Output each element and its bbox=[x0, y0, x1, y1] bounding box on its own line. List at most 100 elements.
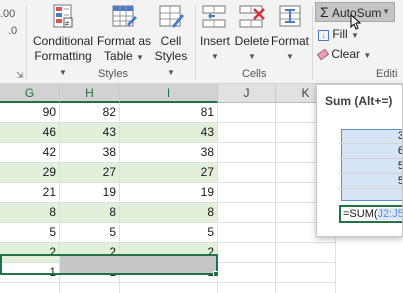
preview-cell: 6 bbox=[339, 144, 402, 159]
formula-range-ref: J2:J5 bbox=[377, 208, 403, 220]
cell-g[interactable]: 8 bbox=[0, 203, 60, 223]
delete-button[interactable]: Delete ▼ bbox=[234, 2, 270, 64]
conditional-formatting-label-1: Conditional bbox=[32, 34, 94, 48]
group-separator bbox=[312, 6, 313, 80]
cell-j[interactable] bbox=[218, 283, 276, 293]
preview-cell: 3 bbox=[339, 129, 402, 144]
selected-range[interactable] bbox=[0, 254, 218, 275]
chevron-down-icon: ▼ bbox=[211, 52, 219, 61]
format-as-table-label-2: Table bbox=[104, 49, 133, 63]
clear-label: Clear bbox=[331, 47, 361, 61]
fill-button[interactable]: ↓ Fill ▼ bbox=[318, 26, 359, 44]
preview-cell: 5 bbox=[339, 174, 402, 189]
fill-label: Fill bbox=[332, 27, 348, 41]
chevron-down-icon: ▼ bbox=[167, 68, 175, 77]
cell-j[interactable] bbox=[218, 263, 276, 283]
delete-cells-icon bbox=[237, 2, 267, 32]
cell-g[interactable]: 42 bbox=[0, 143, 60, 163]
chevron-down-icon: ▼ bbox=[363, 51, 372, 60]
cell-k[interactable] bbox=[276, 263, 336, 283]
conditional-formatting-button[interactable]: ≠ Conditional Formatting ▼ bbox=[30, 2, 96, 80]
chevron-down-icon: ▼ bbox=[136, 53, 144, 62]
cell-h[interactable]: 38 bbox=[60, 143, 120, 163]
cell-i[interactable] bbox=[120, 283, 218, 293]
cell-h[interactable]: 19 bbox=[60, 183, 120, 203]
cell-styles-label-1: Cell bbox=[160, 34, 182, 48]
sigma-icon: Σ bbox=[320, 4, 329, 20]
cells-group-label: Cells bbox=[242, 68, 267, 80]
cell-j[interactable] bbox=[218, 183, 276, 203]
format-as-table-button[interactable]: Format as Table ▼ bbox=[96, 2, 152, 65]
chevron-down-icon: ▼ bbox=[286, 52, 294, 61]
column-header-h[interactable]: H bbox=[60, 84, 120, 103]
conditional-formatting-label-2: Formatting bbox=[34, 49, 92, 63]
format-button[interactable]: Format ▼ bbox=[271, 2, 309, 64]
cell-i[interactable]: 5 bbox=[120, 223, 218, 243]
cell-i[interactable]: 19 bbox=[120, 183, 218, 203]
column-header-g[interactable]: G bbox=[0, 84, 60, 103]
chevron-down-icon: ▼ bbox=[248, 52, 256, 61]
cell-k[interactable] bbox=[276, 283, 336, 293]
insert-cells-icon bbox=[200, 2, 230, 32]
chevron-down-icon: ▼ bbox=[59, 68, 67, 77]
conditional-formatting-icon: ≠ bbox=[48, 2, 78, 32]
preview-formula: =SUM(J2:J5) bbox=[339, 205, 403, 223]
cell-g[interactable]: 90 bbox=[0, 103, 60, 123]
tooltip-preview: 3 6 5 5 =SUM(J2:J5) bbox=[339, 129, 403, 234]
insert-label: Insert bbox=[199, 34, 230, 48]
formula-prefix: =SUM( bbox=[343, 208, 378, 220]
cell-j[interactable] bbox=[218, 203, 276, 223]
cell-styles-button[interactable]: Cell Styles ▼ bbox=[150, 2, 192, 80]
cell-j[interactable] bbox=[218, 223, 276, 243]
number-format-fragment: .00 bbox=[0, 8, 16, 20]
format-as-table-icon bbox=[109, 2, 139, 32]
cell-h[interactable]: 5 bbox=[60, 223, 120, 243]
chevron-down-icon[interactable]: ▼ bbox=[382, 3, 390, 21]
delete-label: Delete bbox=[234, 34, 270, 48]
cell-i[interactable]: 43 bbox=[120, 123, 218, 143]
cell-k[interactable] bbox=[276, 243, 336, 263]
cell-j[interactable] bbox=[218, 103, 276, 123]
chevron-down-icon: ▼ bbox=[351, 31, 359, 40]
cell-h[interactable]: 82 bbox=[60, 103, 120, 123]
cell-i[interactable]: 81 bbox=[120, 103, 218, 123]
styles-group-label: Styles bbox=[98, 68, 128, 80]
eraser-icon bbox=[316, 48, 330, 61]
group-separator bbox=[26, 6, 27, 80]
cell-styles-label-2: Styles bbox=[154, 49, 188, 63]
format-label: Format bbox=[271, 34, 310, 48]
format-cells-icon bbox=[275, 2, 305, 32]
format-as-table-label-1: Format as bbox=[96, 34, 151, 48]
column-header-j[interactable]: J bbox=[218, 84, 276, 103]
number-dialog-launcher-icon[interactable]: ⇲ bbox=[16, 70, 24, 81]
cell-g[interactable]: 5 bbox=[0, 223, 60, 243]
column-header-i[interactable]: I bbox=[120, 84, 218, 103]
cell-g[interactable]: 46 bbox=[0, 123, 60, 143]
svg-text:≠: ≠ bbox=[65, 19, 70, 28]
insert-button[interactable]: Insert ▼ bbox=[197, 2, 233, 64]
autosum-tooltip: Sum (Alt+=) 3 6 5 5 =SUM(J2:J5) bbox=[316, 84, 403, 237]
cell-j[interactable] bbox=[218, 163, 276, 183]
cell-h[interactable]: 43 bbox=[60, 123, 120, 143]
table-row bbox=[0, 283, 403, 293]
cell-g[interactable]: 21 bbox=[0, 183, 60, 203]
cell-i[interactable]: 27 bbox=[120, 163, 218, 183]
cell-h[interactable] bbox=[60, 283, 120, 293]
cell-g[interactable]: 29 bbox=[0, 163, 60, 183]
cell-i[interactable]: 8 bbox=[120, 203, 218, 223]
cell-j[interactable] bbox=[218, 143, 276, 163]
cell-i[interactable]: 38 bbox=[120, 143, 218, 163]
preview-cell: 5 bbox=[339, 159, 402, 174]
cell-h[interactable]: 27 bbox=[60, 163, 120, 183]
cell-styles-icon bbox=[156, 2, 186, 32]
editing-group-label: Editi bbox=[376, 68, 398, 80]
fill-handle[interactable] bbox=[213, 271, 219, 277]
cell-j[interactable] bbox=[218, 123, 276, 143]
cell-h[interactable]: 8 bbox=[60, 203, 120, 223]
clear-button[interactable]: Clear ▼ bbox=[316, 46, 372, 64]
group-separator bbox=[195, 6, 196, 80]
cell-g[interactable] bbox=[0, 283, 60, 293]
fill-down-icon: ↓ bbox=[318, 30, 329, 41]
cell-j[interactable] bbox=[218, 243, 276, 263]
number-format-fragment-2: .0 bbox=[8, 25, 18, 37]
